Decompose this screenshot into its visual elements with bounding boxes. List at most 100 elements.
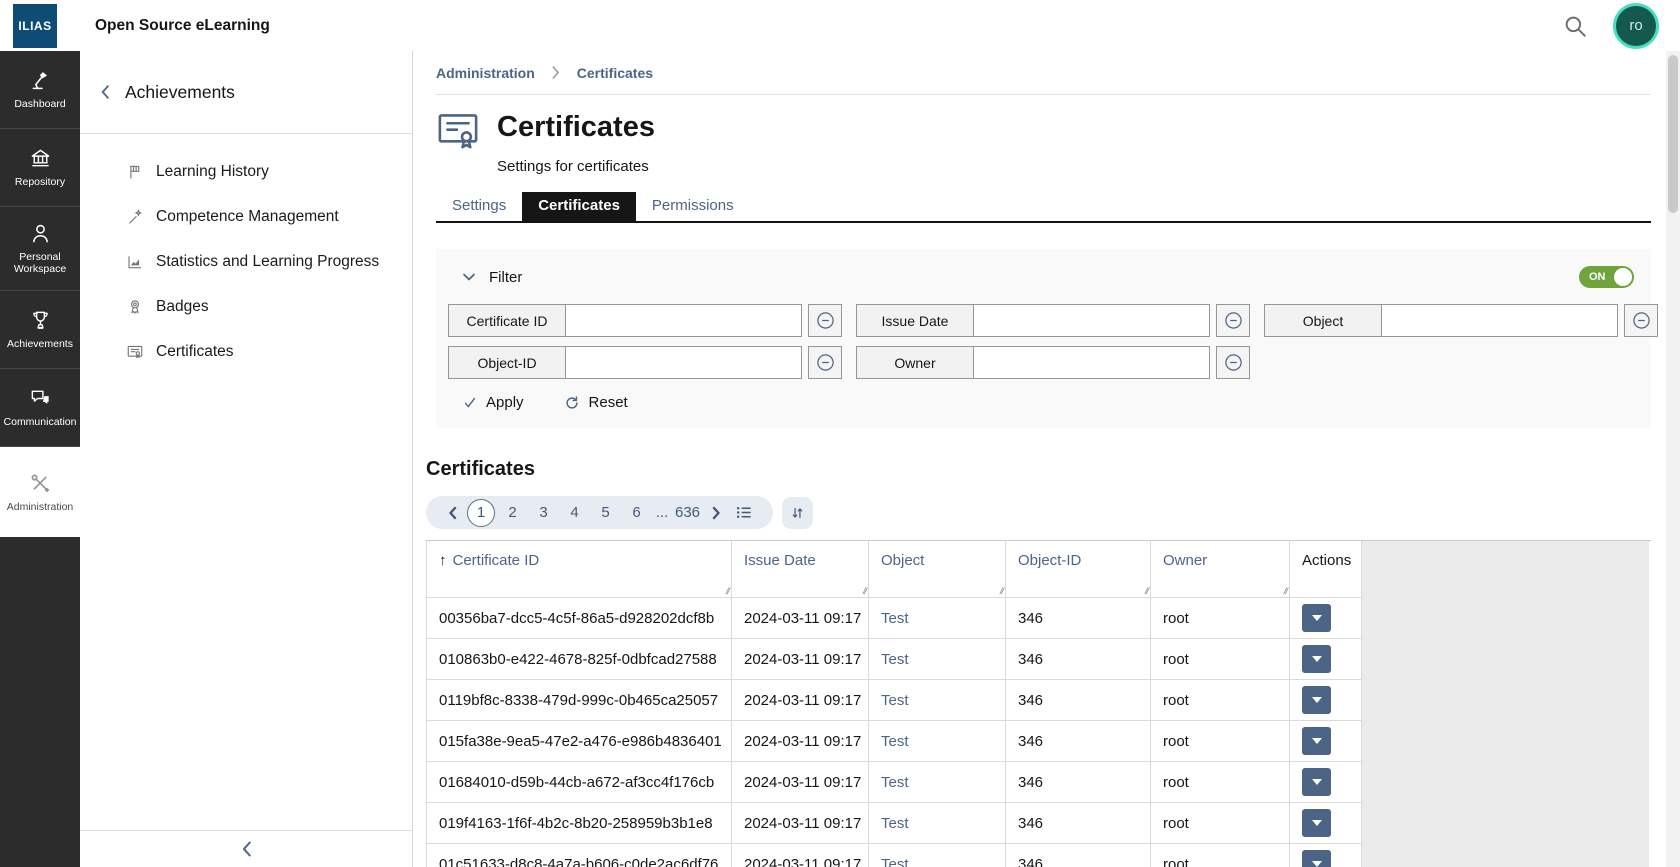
cell-object-link[interactable]: Test	[869, 598, 1006, 639]
page-4-button[interactable]: 4	[559, 504, 590, 521]
breadcrumb-administration[interactable]: Administration	[436, 65, 535, 81]
cell-object-link[interactable]: Test	[869, 762, 1006, 803]
achievements-side-panel: Achievements Learning History Competence…	[80, 51, 413, 867]
main-navigation-rail: Dashboard Repository Personal Workspace …	[0, 51, 80, 867]
row-actions-dropdown-button[interactable]	[1302, 604, 1331, 632]
cell-object-id: 346	[1006, 721, 1151, 762]
page-2-button[interactable]: 2	[497, 504, 528, 521]
cell-certificate-id: 015fa38e-9ea5-47e2-a476-e986b4836401	[426, 721, 732, 762]
rail-item-label: Personal Workspace	[3, 251, 77, 275]
collapse-panel-button[interactable]	[80, 830, 412, 867]
filter-owner-input[interactable]	[974, 346, 1210, 379]
breadcrumb-certificates[interactable]: Certificates	[577, 65, 653, 81]
filter-object-id-input[interactable]	[566, 346, 802, 379]
remove-filter-object-id-button[interactable]	[808, 346, 842, 379]
tab-permissions[interactable]: Permissions	[636, 192, 750, 221]
panel-item-badges[interactable]: Badges	[126, 298, 412, 316]
filter-on-toggle[interactable]: ON	[1579, 266, 1634, 288]
scrollbar-thumb[interactable]	[1668, 55, 1678, 213]
cell-object-link[interactable]: Test	[869, 680, 1006, 721]
filter-issue-date-input[interactable]	[974, 304, 1210, 337]
cell-owner: root	[1151, 598, 1290, 639]
table-row: 015fa38e-9ea5-47e2-a476-e986b4836401 202…	[426, 721, 1651, 762]
column-resize-handle[interactable]	[999, 586, 1004, 596]
ilias-logo[interactable]: ILIAS	[13, 4, 57, 48]
page-5-button[interactable]: 5	[590, 504, 621, 521]
panel-item-statistics[interactable]: Statistics and Learning Progress	[126, 253, 412, 271]
reset-button[interactable]: Reset	[564, 394, 628, 411]
panel-item-competence-management[interactable]: Competence Management	[126, 208, 412, 226]
certificates-table: ↑Certificate ID Issue Date Object Object…	[426, 540, 1651, 867]
chevron-down-icon[interactable]	[462, 272, 476, 282]
column-header-object-id[interactable]: Object-ID	[1006, 541, 1151, 598]
previous-page-button[interactable]	[439, 506, 465, 520]
filter-label-issue-date: Issue Date	[856, 304, 974, 337]
cell-certificate-id: 01c51633-d8c8-4a7a-b606-c0de2ac6df76	[426, 844, 732, 867]
cell-object-link[interactable]: Test	[869, 803, 1006, 844]
page-6-button[interactable]: 6	[621, 504, 652, 521]
remove-filter-certificate-id-button[interactable]	[808, 304, 842, 337]
remove-filter-issue-date-button[interactable]	[1216, 304, 1250, 337]
circle-minus-icon	[1224, 311, 1243, 330]
next-page-button[interactable]	[703, 506, 729, 520]
filter-object-input[interactable]	[1382, 304, 1618, 337]
row-actions-dropdown-button[interactable]	[1302, 686, 1331, 714]
cell-object-id: 346	[1006, 803, 1151, 844]
cell-owner: root	[1151, 844, 1290, 867]
cell-object-id: 346	[1006, 680, 1151, 721]
reset-icon	[564, 395, 580, 411]
remove-filter-object-button[interactable]	[1624, 304, 1658, 337]
cell-owner: root	[1151, 680, 1290, 721]
filter-certificate-id-input[interactable]	[566, 304, 802, 337]
rows-per-page-button[interactable]	[729, 504, 760, 521]
row-actions-dropdown-button[interactable]	[1302, 645, 1331, 673]
column-resize-handle[interactable]	[725, 586, 730, 596]
sidebar-item-repository[interactable]: Repository	[0, 129, 80, 207]
sidebar-item-communication[interactable]: Communication	[0, 369, 80, 447]
page-scrollbar[interactable]	[1666, 51, 1680, 867]
tab-certificates[interactable]: Certificates	[522, 192, 636, 221]
side-panel-header[interactable]: Achievements	[80, 51, 412, 134]
page-636-button[interactable]: 636	[672, 504, 703, 521]
sort-order-button[interactable]	[782, 497, 813, 529]
user-avatar[interactable]: ro	[1616, 6, 1656, 46]
row-actions-dropdown-button[interactable]	[1302, 768, 1331, 796]
wand-icon	[126, 208, 144, 226]
tab-settings[interactable]: Settings	[436, 192, 522, 221]
section-heading: Certificates	[426, 458, 1651, 481]
tab-bar: Settings Certificates Permissions	[436, 192, 1651, 223]
remove-filter-owner-button[interactable]	[1216, 346, 1250, 379]
pagination-ellipsis: ...	[652, 504, 672, 521]
panel-item-learning-history[interactable]: Learning History	[126, 163, 412, 181]
row-actions-dropdown-button[interactable]	[1302, 727, 1331, 755]
lamp-icon	[29, 69, 52, 92]
toggle-on-label: ON	[1589, 271, 1606, 283]
cell-object-link[interactable]: Test	[869, 639, 1006, 680]
cell-object-link[interactable]: Test	[869, 721, 1006, 762]
sidebar-item-administration[interactable]: Administration	[0, 447, 80, 537]
column-header-certificate-id[interactable]: ↑Certificate ID	[426, 541, 732, 598]
column-resize-handle[interactable]	[1144, 586, 1149, 596]
table-row: 00356ba7-dcc5-4c5f-86a5-d928202dcf8b 202…	[426, 598, 1651, 639]
panel-item-certificates[interactable]: Certificates	[126, 343, 412, 361]
sidebar-item-personal-workspace[interactable]: Personal Workspace	[0, 207, 80, 291]
page-1-current[interactable]: 1	[467, 499, 495, 527]
chat-icon	[29, 387, 52, 410]
badge-icon	[126, 298, 144, 316]
sort-ascending-icon: ↑	[439, 552, 447, 569]
cell-object-link[interactable]: Test	[869, 844, 1006, 867]
column-resize-handle[interactable]	[1283, 586, 1288, 596]
row-actions-dropdown-button[interactable]	[1302, 850, 1331, 867]
search-button[interactable]	[1561, 12, 1589, 40]
apply-button[interactable]: Apply	[463, 394, 524, 411]
column-resize-handle[interactable]	[862, 586, 867, 596]
column-header-issue-date[interactable]: Issue Date	[732, 541, 869, 598]
column-header-object[interactable]: Object	[869, 541, 1006, 598]
row-actions-dropdown-button[interactable]	[1302, 809, 1331, 837]
cell-owner: root	[1151, 803, 1290, 844]
filter-title[interactable]: Filter	[489, 269, 522, 286]
sidebar-item-achievements[interactable]: Achievements	[0, 291, 80, 369]
column-header-owner[interactable]: Owner	[1151, 541, 1290, 598]
page-3-button[interactable]: 3	[528, 504, 559, 521]
sidebar-item-dashboard[interactable]: Dashboard	[0, 51, 80, 129]
